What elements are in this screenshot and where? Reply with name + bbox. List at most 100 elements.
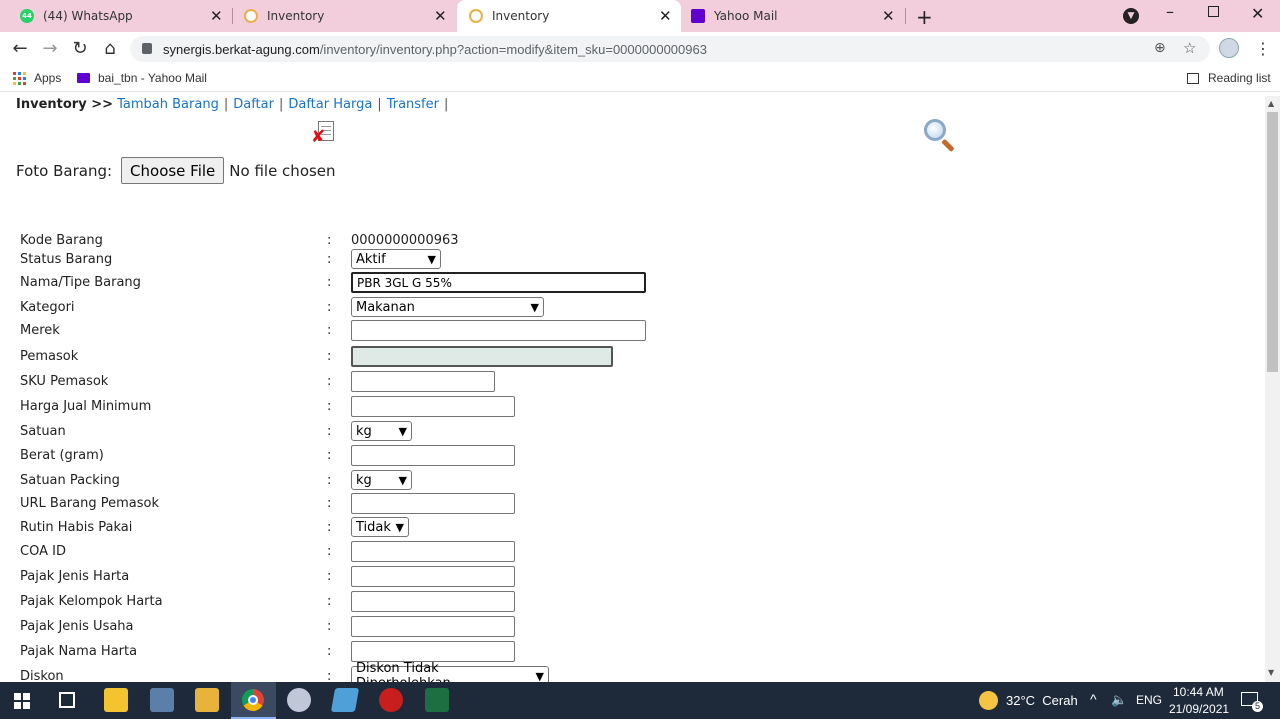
menu-icon[interactable]: ⋮ [1255, 39, 1271, 58]
choose-file-button[interactable]: Choose File [121, 157, 225, 184]
diskon-select[interactable]: Diskon Tidak Diperbolehkan▼ [351, 661, 549, 683]
calculator-icon[interactable] [150, 688, 174, 712]
app-red-icon[interactable] [379, 688, 403, 712]
windows-start-icon[interactable] [14, 693, 30, 709]
kategori-select[interactable]: Makanan ▼ [351, 297, 544, 317]
chevron-up-icon[interactable]: ^ [1090, 691, 1097, 707]
pajak-jenis-harta-input[interactable] [351, 566, 515, 587]
url-barang-input[interactable] [351, 493, 515, 514]
scroll-thumb[interactable] [1267, 112, 1278, 372]
chevron-down-icon: ▼ [398, 473, 407, 487]
sticky-notes-icon[interactable] [104, 688, 128, 712]
address-bar[interactable]: synergis.berkat-agung.com/inventory/inve… [130, 36, 1210, 62]
bookmarks-bar: Apps bai_tbn - Yahoo Mail Reading list [0, 65, 1280, 92]
nav-title: Inventory >> [16, 97, 113, 112]
foto-barang: Foto Barang: Choose File No file chosen [16, 157, 336, 184]
coa-id-input[interactable] [351, 541, 515, 562]
tab-title: Yahoo Mail [714, 9, 778, 23]
merek-input[interactable] [351, 320, 646, 341]
tab-whatsapp[interactable]: 44 (44) WhatsApp ✕ [12, 0, 230, 32]
bookmark-yahoo-mail[interactable]: bai_tbn - Yahoo Mail [77, 71, 207, 85]
chevron-down-icon: ▼ [427, 252, 436, 266]
apps-grid-icon [13, 71, 26, 85]
language-indicator[interactable]: ENG [1136, 693, 1162, 707]
pajak-nama-harta-input[interactable] [351, 641, 515, 662]
status-barang-select[interactable]: Aktif ▼ [351, 249, 441, 269]
tab-inventory-active[interactable]: Inventory ✕ [457, 0, 681, 32]
berat-input[interactable] [351, 445, 515, 466]
row-nama-tipe: Nama/Tipe Barang: PBR 3GL G 55% [20, 272, 720, 294]
weather-text[interactable]: 32°C Cerah [1006, 693, 1078, 708]
file-explorer-icon[interactable] [195, 688, 219, 712]
tab-search-icon[interactable]: ▼ [1123, 8, 1139, 24]
forward-icon[interactable]: → [39, 38, 61, 60]
tab-separator [905, 8, 906, 24]
page-scrollbar[interactable]: ▲ ▼ [1265, 96, 1280, 682]
row-coa-id: COA ID: [20, 541, 720, 563]
new-tab-icon[interactable]: + [916, 5, 933, 29]
link-tambah-barang[interactable]: Tambah Barang [117, 97, 219, 112]
back-icon[interactable]: ← [9, 38, 31, 60]
sku-pemasok-input[interactable] [351, 371, 495, 392]
weather-icon[interactable] [979, 691, 998, 710]
row-url-barang: URL Barang Pemasok: [20, 493, 720, 515]
excel-icon[interactable] [425, 688, 449, 712]
delete-document-icon[interactable]: ✘ [311, 121, 334, 146]
task-view-icon[interactable] [59, 692, 75, 708]
zoom-icon[interactable]: ⊕ [1154, 40, 1166, 56]
reading-list[interactable]: Reading list [1187, 71, 1271, 85]
row-diskon: Diskon: Diskon Tidak Diperbolehkan▼ [20, 661, 720, 683]
satuan-select[interactable]: kg ▼ [351, 421, 412, 441]
app-icon[interactable] [330, 688, 360, 712]
windows-taskbar: 32°C Cerah ^ 🔈 ENG 10:44 AM 21/09/2021 5 [0, 682, 1280, 719]
kode-barang-value: 0000000000963 [351, 233, 459, 248]
tab-yahoo-mail[interactable]: Yahoo Mail ✕ [682, 0, 902, 32]
close-icon[interactable]: ✕ [659, 7, 672, 25]
satuan-packing-select[interactable]: kg ▼ [351, 470, 412, 490]
close-icon[interactable]: ✕ [882, 7, 895, 25]
row-satuan-packing: Satuan Packing: kg ▼ [20, 470, 720, 492]
pajak-jenis-usaha-input[interactable] [351, 616, 515, 637]
row-pemasok: Pemasok: [20, 346, 720, 368]
row-harga-jual-min: Harga Jual Minimum: [20, 396, 720, 418]
link-transfer[interactable]: Transfer [387, 97, 439, 112]
loading-icon [469, 9, 483, 23]
clock-time[interactable]: 10:44 AM [1173, 685, 1224, 699]
harga-jual-min-input[interactable] [351, 396, 515, 417]
close-icon[interactable]: ✕ [434, 7, 447, 25]
scroll-down-icon[interactable]: ▼ [1268, 668, 1274, 677]
minimize-icon[interactable]: – [1166, 2, 1174, 21]
clock-date[interactable]: 21/09/2021 [1169, 702, 1229, 716]
paint-icon[interactable] [287, 688, 311, 712]
link-daftar-harga[interactable]: Daftar Harga [288, 97, 372, 112]
chevron-down-icon: ▼ [398, 424, 407, 438]
nama-tipe-input[interactable]: PBR 3GL G 55% [351, 272, 646, 293]
restore-icon[interactable] [1208, 6, 1219, 17]
chevron-down-icon: ▼ [395, 520, 404, 534]
close-icon[interactable]: ✕ [210, 7, 223, 25]
bookmark-apps[interactable]: Apps [13, 71, 61, 85]
tab-inventory-1[interactable]: Inventory ✕ [236, 0, 454, 32]
search-icon[interactable] [924, 119, 958, 153]
link-daftar[interactable]: Daftar [233, 97, 274, 112]
profile-avatar[interactable] [1219, 38, 1239, 58]
page-content: Inventory >> Tambah Barang | Daftar | Daftar… [0, 96, 1265, 682]
volume-icon[interactable]: 🔈 [1111, 692, 1127, 708]
url-text: synergis.berkat-agung.com/inventory/inve… [163, 42, 707, 57]
tab-title: Inventory [492, 9, 550, 23]
rutin-select[interactable]: Tidak ▼ [351, 517, 409, 537]
row-berat: Berat (gram): [20, 445, 720, 467]
pemasok-input[interactable] [351, 346, 613, 367]
home-icon[interactable]: ⌂ [99, 38, 121, 60]
reload-icon[interactable]: ↻ [69, 38, 91, 60]
chevron-down-icon: ▼ [535, 669, 544, 683]
tab-strip: 44 (44) WhatsApp ✕ Inventory ✕ Inventory… [0, 0, 1280, 32]
chrome-taskbar-button[interactable] [231, 682, 276, 719]
row-pajak-nama-harta: Pajak Nama Harta: [20, 641, 720, 663]
row-status-barang: Status Barang: Aktif ▼ [20, 249, 720, 271]
close-window-icon[interactable]: ✕ [1251, 4, 1264, 23]
bookmark-star-icon[interactable]: ☆ [1183, 39, 1196, 57]
whatsapp-icon: 44 [20, 9, 34, 23]
scroll-up-icon[interactable]: ▲ [1268, 99, 1274, 108]
pajak-kelompok-harta-input[interactable] [351, 591, 515, 612]
